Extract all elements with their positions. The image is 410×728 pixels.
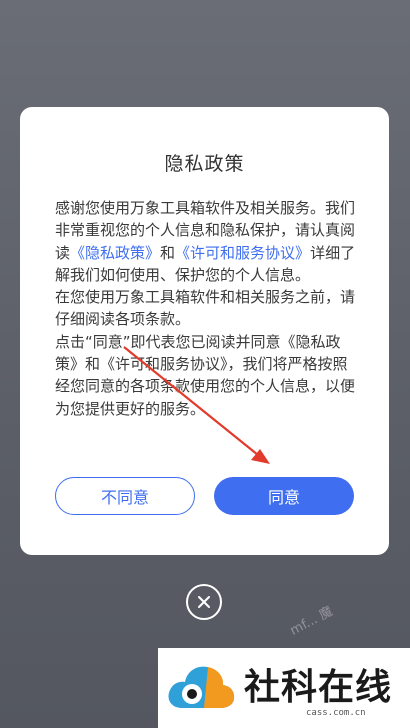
body-paragraph-1: 感谢您使用万象工具箱软件及相关服务。我们非常重视您的个人信息和隐私保护，请认真阅… [55, 197, 359, 286]
dialog-body: 感谢您使用万象工具箱软件及相关服务。我们非常重视您的个人信息和隐私保护，请认真阅… [55, 197, 359, 420]
close-button[interactable] [186, 584, 222, 620]
privacy-policy-link[interactable]: 《隐私政策》 [70, 244, 160, 262]
body-text-segment: 和 [160, 243, 176, 262]
cloud-logo-icon [168, 666, 235, 708]
faint-watermark: mf... 魔 [287, 604, 336, 639]
watermark-brand-text: 社科在线 [244, 667, 393, 708]
license-agreement-link[interactable]: 《许可和服务协议》 [175, 244, 310, 262]
privacy-dialog: 隐私政策 感谢您使用万象工具箱软件及相关服务。我们非常重视您的个人信息和隐私保护… [20, 107, 389, 555]
watermark-domain-text: cass.com.cn [306, 708, 366, 718]
close-icon [198, 596, 210, 608]
agree-button[interactable]: 同意 [214, 477, 354, 515]
body-paragraph-3: 点击“同意”即代表您已阅读并同意《隐私政策》和《许可和服务协议》，我们将严格按照… [55, 332, 356, 418]
decline-button[interactable]: 不同意 [55, 477, 195, 515]
body-paragraph-2: 在您使用万象工具箱软件和相关服务之前，请仔细阅读各项条款。 [55, 288, 356, 329]
watermark-banner: 社科在线 cass.com.cn [158, 648, 410, 728]
dialog-title: 隐私政策 [164, 153, 245, 175]
